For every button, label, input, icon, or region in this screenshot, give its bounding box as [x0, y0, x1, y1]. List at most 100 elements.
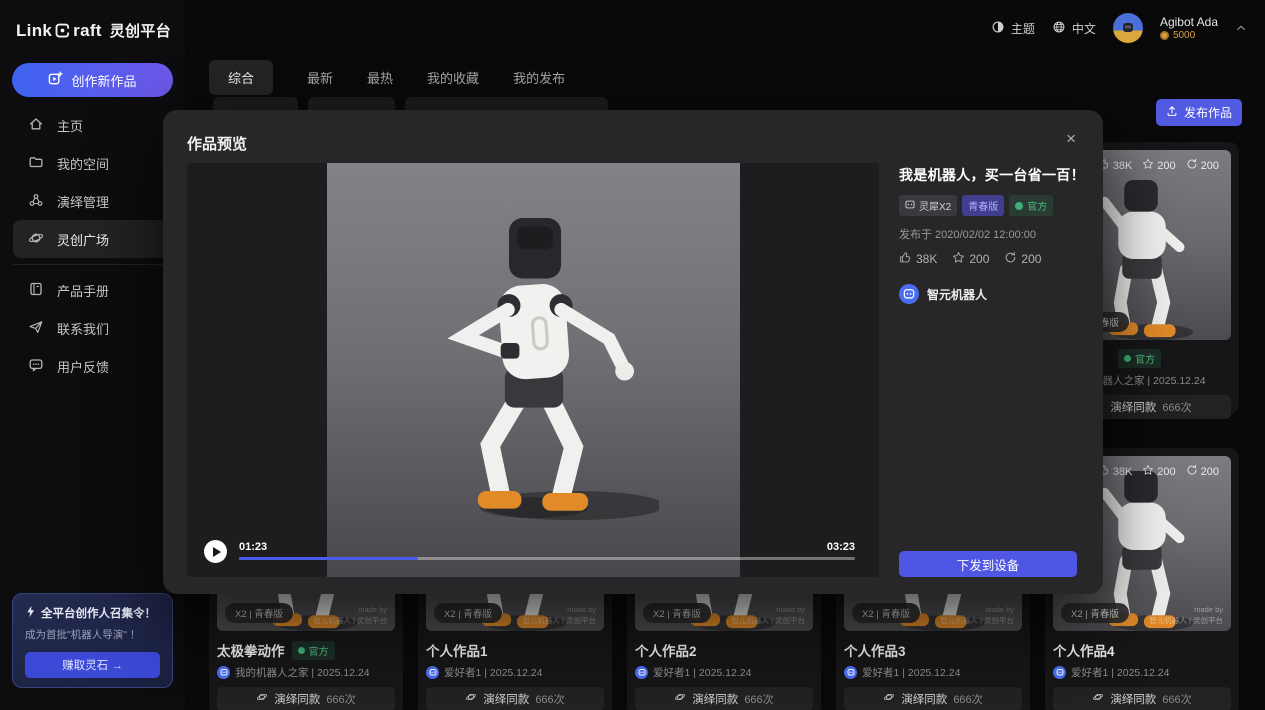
tab-my-published[interactable]: 我的发布	[513, 68, 565, 87]
theme-label: 主题	[1011, 20, 1035, 37]
sidebar-item-contact-us[interactable]: 联系我们	[13, 309, 172, 347]
thumbnail-stats: 38K 200 200	[1098, 464, 1219, 479]
remix-same-style-button[interactable]: 演绎同款 666次	[426, 687, 604, 710]
model-tag: 灵犀X2	[899, 195, 957, 216]
sidebar-item-home[interactable]: 主页	[13, 106, 172, 144]
tab-comprehensive[interactable]: 综合	[209, 60, 273, 95]
remix-count: 666次	[1162, 691, 1191, 707]
folder-icon	[28, 154, 44, 173]
star-count: 200	[1157, 160, 1175, 172]
user-avatar[interactable]	[1113, 13, 1143, 43]
card-title: 个人作品4	[1053, 640, 1115, 660]
stars-value: 200	[969, 252, 989, 266]
total-duration: 03:23	[827, 541, 855, 553]
paper-plane-icon	[28, 319, 44, 338]
planet-icon	[256, 690, 268, 708]
current-time: 01:23	[239, 541, 267, 553]
sidebar-divider	[13, 264, 172, 265]
author-avatar	[899, 284, 919, 304]
remix-count: 666次	[326, 691, 355, 707]
card-author-row: 我的机器人之家 | 2025.12.24	[217, 665, 395, 680]
home-icon	[28, 116, 44, 135]
theme-icon	[991, 20, 1005, 37]
author-avatar	[426, 666, 439, 679]
globe-icon	[1052, 20, 1066, 37]
work-author-row[interactable]: 智元机器人	[899, 284, 1079, 304]
share-count: 200	[1201, 160, 1219, 172]
publish-work-button[interactable]: 发布作品	[1156, 99, 1242, 126]
robot-video-image	[409, 195, 659, 539]
card-title: 个人作品2	[635, 640, 697, 660]
nodes-icon	[28, 192, 44, 211]
planet-icon	[674, 690, 686, 708]
sidebar-item-label: 主页	[57, 116, 83, 135]
star-icon	[952, 251, 965, 267]
work-title: 我是机器人，买一台省一百！	[899, 165, 1079, 185]
progress-bar[interactable]	[239, 557, 855, 560]
author-and-date: 我的机器人之家 | 2025.12.24	[235, 665, 370, 680]
author-and-date: 爱好者1 | 2025.12.24	[1071, 665, 1169, 680]
stars-stat[interactable]: 200	[952, 251, 989, 267]
video-frame	[327, 163, 740, 577]
sidebar-item-performance-management[interactable]: 演绎管理	[13, 182, 172, 220]
model-version-tag: X2 | 青春版	[225, 603, 293, 623]
official-dot-icon	[298, 647, 305, 654]
creator-promo-card: 全平台创作人召集令！ 成为首批"机器人导演" ！ 赚取灵石 →	[12, 593, 173, 688]
user-info: Agibot Ada 5000	[1160, 15, 1218, 41]
tab-hottest[interactable]: 最热	[367, 68, 393, 87]
remix-same-style-button[interactable]: 演绎同款 666次	[844, 687, 1022, 710]
author-avatar	[844, 666, 857, 679]
sidebar-item-lingchuang-plaza[interactable]: 灵创广场	[13, 220, 172, 258]
create-new-work-button[interactable]: 创作新作品	[12, 63, 173, 97]
remix-same-style-button[interactable]: 演绎同款 666次	[217, 687, 395, 710]
video-create-icon	[48, 71, 63, 89]
language-switcher[interactable]: 中文	[1052, 20, 1096, 37]
sidebar-item-my-space[interactable]: 我的空间	[13, 144, 172, 182]
upload-icon	[1166, 105, 1178, 120]
app-window: Link raft 灵创平台 创作新作品 主页 我的空间	[0, 0, 1265, 710]
send-to-device-button[interactable]: 下发到设备	[899, 551, 1077, 577]
remix-label: 演绎同款	[274, 691, 320, 707]
remix-count: 666次	[535, 691, 564, 707]
like-count: 38K	[1113, 160, 1133, 172]
shares-stat[interactable]: 200	[1004, 251, 1041, 267]
close-icon[interactable]: ×	[1066, 130, 1076, 147]
card-title: 个人作品1	[426, 640, 488, 660]
publish-button-label: 发布作品	[1184, 104, 1232, 121]
tab-newest[interactable]: 最新	[307, 68, 333, 87]
sidebar-item-label: 灵创广场	[57, 230, 109, 249]
made-by-watermark: made by智元机器人 | 灵创平台	[940, 604, 1014, 627]
star-count: 200	[1157, 466, 1175, 478]
theme-toggle[interactable]: 主题	[991, 20, 1035, 37]
promo-title: 全平台创作人召集令！	[41, 605, 156, 621]
chevron-up-icon[interactable]	[1235, 22, 1247, 34]
share-icon	[1004, 251, 1017, 267]
official-dot-icon	[1124, 355, 1131, 362]
made-by-watermark: made by智元机器人 | 灵创平台	[313, 604, 387, 627]
author-and-date: 爱好者1 | 2025.12.24	[862, 665, 960, 680]
sidebar-item-label: 我的空间	[57, 154, 109, 173]
likes-stat[interactable]: 38K	[899, 251, 937, 267]
logo-text-right: raft	[73, 21, 102, 41]
play-button[interactable]	[204, 540, 227, 563]
remix-same-style-button[interactable]: 演绎同款 666次	[635, 687, 813, 710]
sidebar-item-user-feedback[interactable]: 用户反馈	[13, 347, 172, 385]
video-player: 01:23 03:23	[187, 163, 879, 577]
model-version-tag: X2 | 青春版	[643, 603, 711, 623]
share-count: 200	[1201, 466, 1219, 478]
author-avatar	[217, 666, 230, 679]
tab-my-favorites[interactable]: 我的收藏	[427, 68, 479, 87]
sidebar-item-product-manual[interactable]: 产品手册	[13, 271, 172, 309]
sidebar-item-label: 联系我们	[57, 319, 109, 338]
planet-icon	[465, 690, 477, 708]
official-badge: 官方	[1118, 349, 1161, 368]
remix-label: 演绎同款	[692, 691, 738, 707]
earn-gems-button[interactable]: 赚取灵石 →	[25, 652, 160, 678]
made-by-watermark: made by智元机器人 | 灵创平台	[522, 604, 596, 627]
author-and-date: 爱好者1 | 2025.12.24	[653, 665, 751, 680]
remix-same-style-button[interactable]: 演绎同款 666次	[1053, 687, 1231, 710]
made-by-watermark: made by智元机器人 | 灵创平台	[731, 604, 805, 627]
publish-date: 发布于 2020/02/02 12:00:00	[899, 226, 1079, 242]
model-version-tag: X2 | 青春版	[852, 603, 920, 623]
model-version-tag: X2 | 青春版	[1061, 603, 1129, 623]
